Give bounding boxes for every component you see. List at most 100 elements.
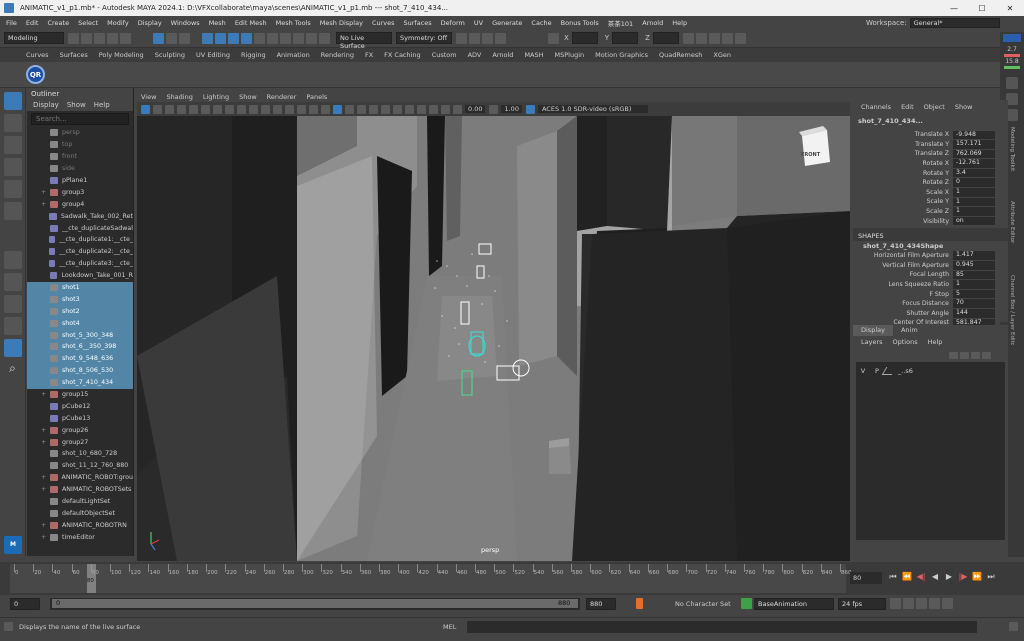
expand-toggle[interactable]: + (41, 189, 50, 196)
outliner-item[interactable]: shot4 (27, 317, 133, 330)
shelf-tab-fx-caching[interactable]: FX Caching (384, 51, 421, 59)
new-layer-selected-icon[interactable] (982, 352, 991, 359)
anim-prefs-icon[interactable] (942, 598, 953, 609)
menu-generate[interactable]: Generate (492, 19, 522, 27)
channel-row-translate-y[interactable]: Translate Y 157.171 (853, 140, 1008, 150)
outliner-item[interactable]: + group3 (27, 186, 133, 198)
outliner-item[interactable]: shot_9_548_636 (27, 352, 133, 365)
outliner-item[interactable]: shot1 (27, 281, 133, 294)
menu-uv[interactable]: UV (474, 19, 483, 27)
expand-toggle[interactable]: + (41, 427, 50, 434)
step-forward-frame-icon[interactable]: |▶ (956, 572, 970, 582)
color-management-icon[interactable] (525, 104, 535, 114)
shelf-tab-mash[interactable]: MASH (524, 51, 543, 59)
outliner-search-input[interactable]: Search... (31, 113, 129, 125)
outliner-item[interactable]: + ANIMATIC_ROBOTSets (27, 484, 133, 496)
snap-point-icon[interactable] (228, 32, 239, 44)
symmetry-combo[interactable]: Symmetry: Off (396, 32, 452, 44)
layer-menu-help[interactable]: Help (928, 338, 943, 346)
current-frame-field[interactable]: 80 (850, 572, 882, 584)
channel-value-field[interactable]: 157.171 (953, 140, 995, 149)
new-scene-icon[interactable] (68, 32, 79, 44)
menu-windows[interactable]: Windows (171, 19, 200, 27)
menu-arnold[interactable]: Arnold (642, 19, 663, 27)
use-lights-icon[interactable] (333, 104, 342, 114)
expand-toggle[interactable]: + (41, 439, 50, 446)
custom-layout-icon[interactable] (3, 339, 22, 357)
undo-icon[interactable] (107, 32, 118, 44)
outliner-menu-show[interactable]: Show (67, 101, 86, 110)
viewport-menu-view[interactable]: View (141, 93, 156, 101)
outliner-item[interactable]: + group15 (27, 389, 133, 401)
camera-select-icon[interactable] (141, 104, 150, 114)
menu-mesh-tools[interactable]: Mesh Tools (276, 19, 311, 27)
default-material-icon[interactable] (297, 104, 306, 114)
expand-toggle[interactable]: + (41, 474, 50, 481)
render-settings-icon[interactable] (482, 32, 493, 44)
shelf-tab-adv[interactable]: ADV (468, 51, 482, 59)
gate-mask-icon[interactable] (225, 104, 234, 114)
quadremesh-shelf-button[interactable]: QR (26, 65, 45, 84)
fps-combo[interactable]: 24 fps (838, 597, 886, 610)
paint-select-icon[interactable] (3, 136, 22, 154)
shelf-tab-custom[interactable]: Custom (432, 51, 457, 59)
channel-row-visibility[interactable]: Visibility on (853, 216, 1008, 226)
snap-plane-icon[interactable] (241, 32, 252, 44)
outliner-item[interactable]: defaultLightSet (27, 496, 133, 508)
channel-box-icon[interactable] (734, 32, 746, 44)
outliner-item[interactable]: top (27, 139, 133, 151)
xray-joints-icon[interactable] (429, 104, 438, 114)
channel-menu-edit[interactable]: Edit (901, 103, 914, 111)
outliner-item[interactable]: pCube12 (27, 400, 133, 412)
snap-grid-icon[interactable] (202, 32, 213, 44)
rotate-tool-icon[interactable] (3, 180, 22, 198)
menu-modify[interactable]: Modify (107, 19, 129, 27)
select-tool-icon[interactable] (3, 92, 22, 110)
viewport-menu-shading[interactable]: Shading (166, 93, 192, 101)
wireframe-icon[interactable] (273, 104, 282, 114)
channel-menu-object[interactable]: Object (924, 103, 945, 111)
viewport-3d[interactable]: FRONT persp (137, 116, 850, 561)
close-button[interactable]: ✕ (996, 4, 1024, 13)
outliner-item[interactable]: shot_7_410_434 (27, 376, 133, 389)
live-surface-field[interactable]: No Live Surface (336, 32, 392, 50)
side-tab-channel-box-layer-editor[interactable]: Channel Box / Layer Editor (1009, 275, 1015, 345)
expand-toggle[interactable]: + (41, 522, 50, 529)
camera-attributes-icon[interactable] (153, 104, 162, 114)
outliner-item[interactable]: shot_10_680_728 (27, 448, 133, 460)
textured-icon[interactable] (321, 104, 330, 114)
gamma-field[interactable]: 1.00 (501, 105, 522, 113)
shelf-tab-msplugin[interactable]: MSPlugin (555, 51, 585, 59)
tool-settings-icon[interactable] (721, 32, 733, 44)
channel-row-scale-x[interactable]: Scale X 1 (853, 188, 1008, 198)
lasso-tool-icon[interactable] (3, 114, 22, 132)
channel-row-focus-distance[interactable]: Focus Distance 70 (853, 299, 1008, 309)
make-live-icon[interactable] (319, 32, 330, 44)
shelf-tab-poly-modeling[interactable]: Poly Modeling (99, 51, 144, 59)
antialiasing-icon[interactable] (381, 104, 390, 114)
menu-set-combo[interactable]: Modeling (4, 32, 64, 44)
save-scene-icon[interactable] (94, 32, 105, 44)
channel-row-rotate-x[interactable]: Rotate X -12.761 (853, 159, 1008, 169)
loop-icon[interactable] (903, 598, 914, 609)
exposure-icon[interactable] (453, 104, 462, 114)
xray-components-icon[interactable] (441, 104, 450, 114)
channel-value-field[interactable]: 0.945 (953, 261, 995, 270)
channel-value-field[interactable]: 1.417 (953, 251, 995, 261)
expand-toggle[interactable]: + (41, 391, 50, 398)
channel-row-scale-y[interactable]: Scale Y 1 (853, 197, 1008, 207)
character-set-icon[interactable] (636, 598, 643, 609)
menu-select[interactable]: Select (78, 19, 98, 27)
layer-menu-layers[interactable]: Layers (861, 338, 883, 346)
maya-home-icon[interactable]: M (4, 536, 22, 554)
shelf-tab-quadremesh[interactable]: QuadRemesh (659, 51, 702, 59)
channel-row-lens-squeeze-ratio[interactable]: Lens Squeeze Ratio 1 (853, 280, 1008, 290)
scale-tool-icon[interactable] (3, 202, 22, 220)
menu-file[interactable]: File (6, 19, 17, 27)
channel-value-field[interactable]: -9.948 (953, 130, 995, 140)
shelf-tab-arnold[interactable]: Arnold (492, 51, 513, 59)
side-icon-1[interactable] (1006, 77, 1018, 89)
outliner-item[interactable]: + timeEditor (27, 531, 133, 543)
channel-row-rotate-y[interactable]: Rotate Y 3.4 (853, 168, 1008, 178)
gamma-icon[interactable] (489, 104, 499, 114)
